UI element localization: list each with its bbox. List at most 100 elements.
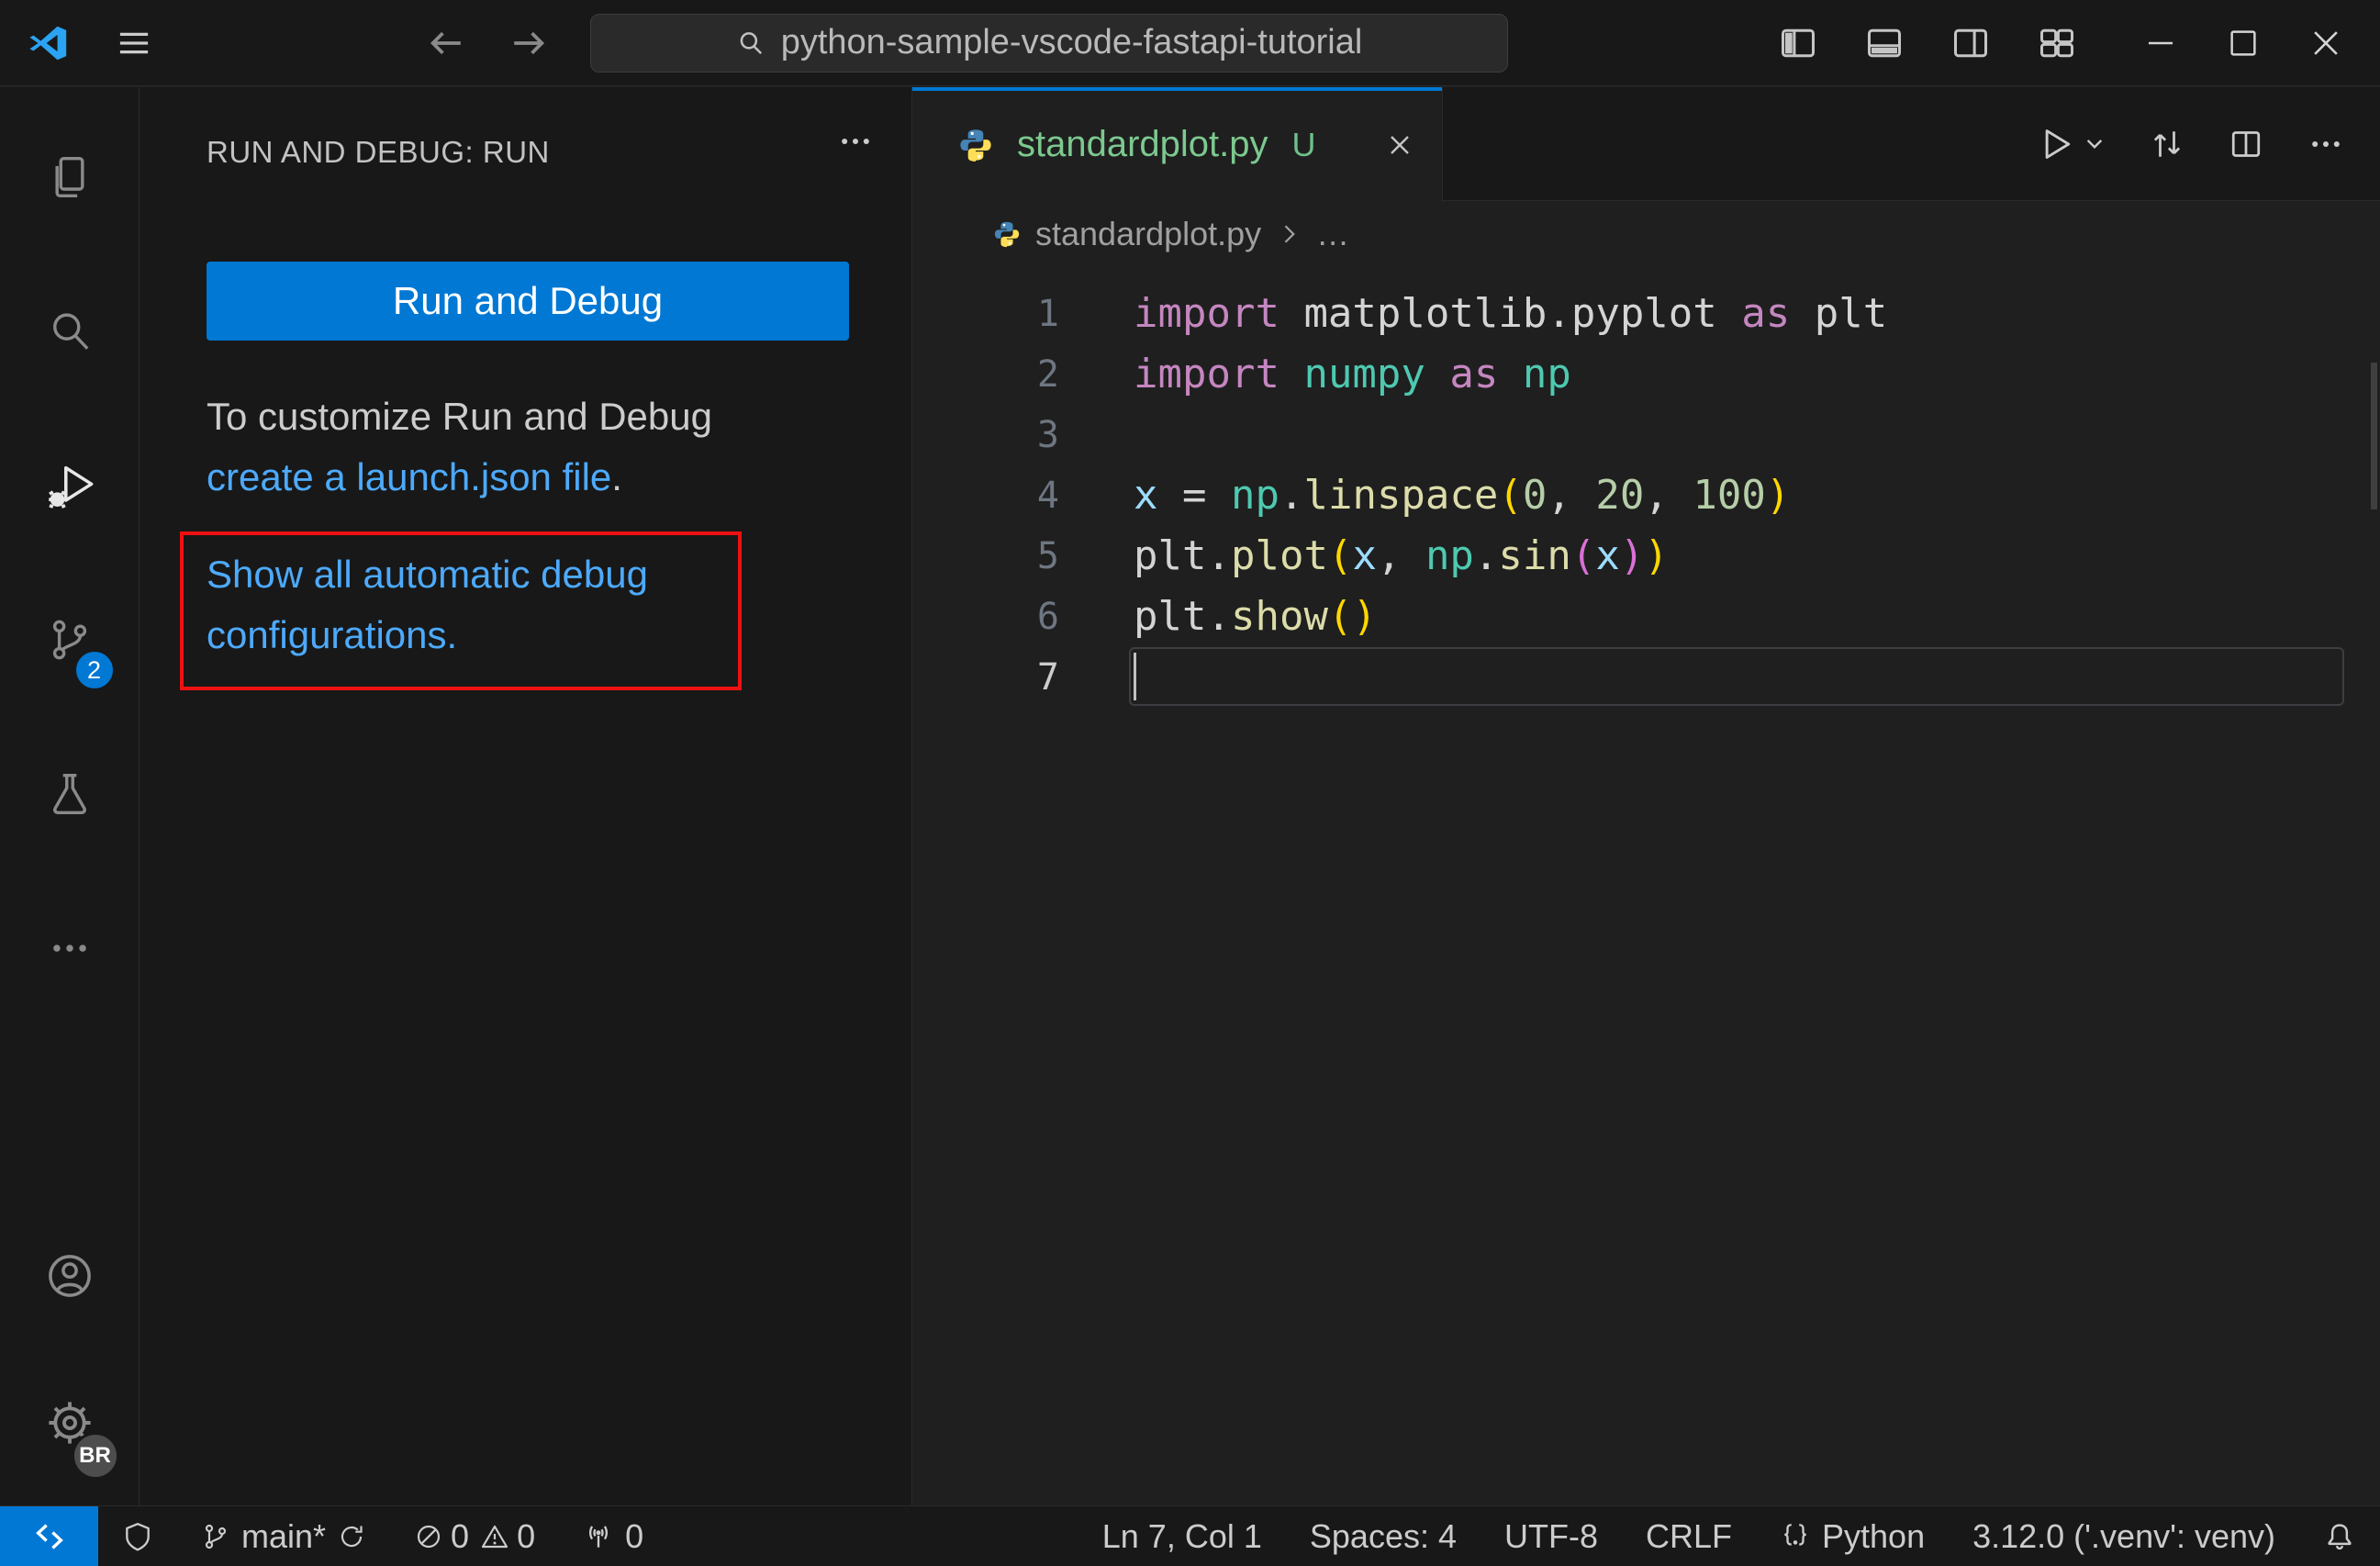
language-mode-status[interactable]: Python <box>1756 1506 1949 1566</box>
eol: CRLF <box>1646 1516 1733 1555</box>
beaker-icon <box>46 770 94 818</box>
python-file-icon <box>958 128 993 162</box>
radio-tower-icon <box>583 1521 614 1552</box>
warning-icon <box>480 1522 509 1551</box>
breadcrumb-more[interactable]: … <box>1316 215 1349 253</box>
sidebar-title: RUN AND DEBUG: RUN <box>207 135 550 169</box>
editor-more-actions-button[interactable] <box>2307 125 2345 163</box>
branch-name: main* <box>241 1516 327 1555</box>
editor-cursor <box>1134 653 1136 700</box>
layout-controls <box>1778 23 2077 63</box>
run-options-chevron-button[interactable] <box>2083 132 2106 156</box>
encoding: UTF-8 <box>1504 1516 1598 1555</box>
customize-text: To customize Run and Debug <box>207 395 712 438</box>
title-bar-center: python-sample-vscode-fastapi-tutorial <box>154 13 1778 73</box>
split-editor-button[interactable] <box>2228 126 2264 162</box>
title-bar: python-sample-vscode-fastapi-tutorial <box>0 0 2380 86</box>
code-editor[interactable]: 1 import matplotlib.pyplot as plt 2 import … <box>912 267 2380 1505</box>
activity-bar: 2 BR <box>0 87 140 1505</box>
vscode-logo-icon <box>28 22 70 64</box>
accounts-button[interactable] <box>0 1202 140 1349</box>
sidebar-item-explorer[interactable] <box>0 100 140 254</box>
settings-button[interactable]: BR <box>0 1349 140 1496</box>
ports-status[interactable]: 0 <box>559 1506 667 1566</box>
indentation-status[interactable]: Spaces: 4 <box>1286 1506 1481 1566</box>
source-control-badge: 2 <box>73 649 116 691</box>
launch-suffix: . <box>611 455 622 498</box>
search-icon <box>46 308 94 355</box>
files-icon <box>46 153 94 201</box>
status-bar: main* 0 0 0 Ln 7, Col 1 Spaces: 4 UTF-8 … <box>0 1505 2380 1566</box>
command-center-search[interactable]: python-sample-vscode-fastapi-tutorial <box>589 13 1508 73</box>
python-interpreter-status[interactable]: 3.12.0 ('.venv': venv) <box>1949 1506 2299 1566</box>
sidebar-item-run-and-debug[interactable] <box>0 408 140 563</box>
python-file-icon <box>993 220 1021 248</box>
show-automatic-debug-configurations-link[interactable]: Show all automatic debug configurations. <box>207 553 648 656</box>
language-name: Python <box>1822 1516 1926 1555</box>
breadcrumb-file[interactable]: standardplot.py <box>1035 215 1261 253</box>
git-branch-status[interactable]: main* <box>177 1506 390 1566</box>
create-launch-json-link[interactable]: create a launch.json file <box>207 455 611 498</box>
profile-badge: BR <box>71 1432 119 1480</box>
encoding-status[interactable]: UTF-8 <box>1481 1506 1622 1566</box>
forward-button[interactable] <box>508 22 550 64</box>
back-button[interactable] <box>425 22 467 64</box>
search-text: python-sample-vscode-fastapi-tutorial <box>780 23 1363 62</box>
menu-button[interactable] <box>114 23 154 63</box>
run-and-debug-button[interactable]: Run and Debug <box>207 262 849 341</box>
close-tab-button[interactable] <box>1385 130 1414 160</box>
problems-status[interactable]: 0 0 <box>390 1506 559 1566</box>
ports-count: 0 <box>625 1516 644 1555</box>
search-icon <box>735 28 766 59</box>
account-icon <box>45 1251 95 1301</box>
debug-icon <box>45 461 95 510</box>
close-window-button[interactable] <box>2285 0 2367 86</box>
annotation-red-box: Show all automatic debug configurations. <box>180 531 742 690</box>
ellipsis-icon <box>47 925 93 971</box>
toggle-panel-button[interactable] <box>1864 23 1905 63</box>
current-line-highlight <box>1129 647 2344 706</box>
remote-indicator[interactable] <box>0 1506 98 1566</box>
sidebar-item-source-control[interactable]: 2 <box>0 563 140 717</box>
cursor-position-status[interactable]: Ln 7, Col 1 <box>1078 1506 1286 1566</box>
bell-icon <box>2323 1520 2356 1553</box>
activity-bar-bottom: BR <box>0 1202 140 1505</box>
warning-count: 0 <box>517 1516 536 1555</box>
open-changes-button[interactable] <box>2149 126 2185 162</box>
customize-layout-button[interactable] <box>2037 23 2077 63</box>
toggle-secondary-sidebar-button[interactable] <box>1950 23 1991 63</box>
branch-icon <box>201 1522 230 1551</box>
maximize-button[interactable] <box>2202 0 2285 86</box>
editor-group: standardplot.py U standardplot.py … 1 im… <box>912 87 2380 1505</box>
tab-bar: standardplot.py U <box>912 87 2380 202</box>
cursor-position: Ln 7, Col 1 <box>1101 1516 1262 1555</box>
tab-label: standardplot.py <box>1017 124 1268 164</box>
indentation: Spaces: 4 <box>1309 1516 1457 1555</box>
title-bar-left <box>0 22 154 64</box>
run-and-debug-sidebar: RUN AND DEBUG: RUN Run and Debug To cust… <box>140 87 912 1505</box>
git-status-untracked: U <box>1291 125 1316 163</box>
error-icon <box>414 1522 443 1551</box>
sidebar-item-testing[interactable] <box>0 717 140 871</box>
eol-status[interactable]: CRLF <box>1622 1506 1756 1566</box>
toggle-primary-sidebar-button[interactable] <box>1778 23 1818 63</box>
sidebar-more-actions-button[interactable] <box>836 122 875 161</box>
workspace-trust-button[interactable] <box>98 1506 177 1566</box>
interpreter-version: 3.12.0 ('.venv': venv) <box>1972 1516 2275 1555</box>
chevron-right-icon <box>1276 221 1302 247</box>
more-views-button[interactable] <box>0 871 140 1025</box>
status-bar-right: Ln 7, Col 1 Spaces: 4 UTF-8 CRLF Python … <box>1078 1506 2380 1566</box>
braces-icon <box>1780 1521 1811 1552</box>
scrollbar-decoration[interactable] <box>2371 363 2377 509</box>
error-count: 0 <box>451 1516 470 1555</box>
notifications-button[interactable] <box>2299 1506 2380 1566</box>
minimize-button[interactable] <box>2119 0 2202 86</box>
main-area: 2 BR RUN AND DEBUG: RUN Run and Debug To… <box>0 87 2380 1505</box>
sidebar-item-search[interactable] <box>0 254 140 408</box>
breadcrumb: standardplot.py … <box>912 201 2380 267</box>
sync-icon <box>337 1522 366 1551</box>
run-python-file-button[interactable] <box>2035 125 2073 163</box>
tab-standardplot-py[interactable]: standardplot.py U <box>912 87 1443 202</box>
shield-icon <box>122 1521 153 1552</box>
editor-toolbar <box>2035 87 2380 200</box>
